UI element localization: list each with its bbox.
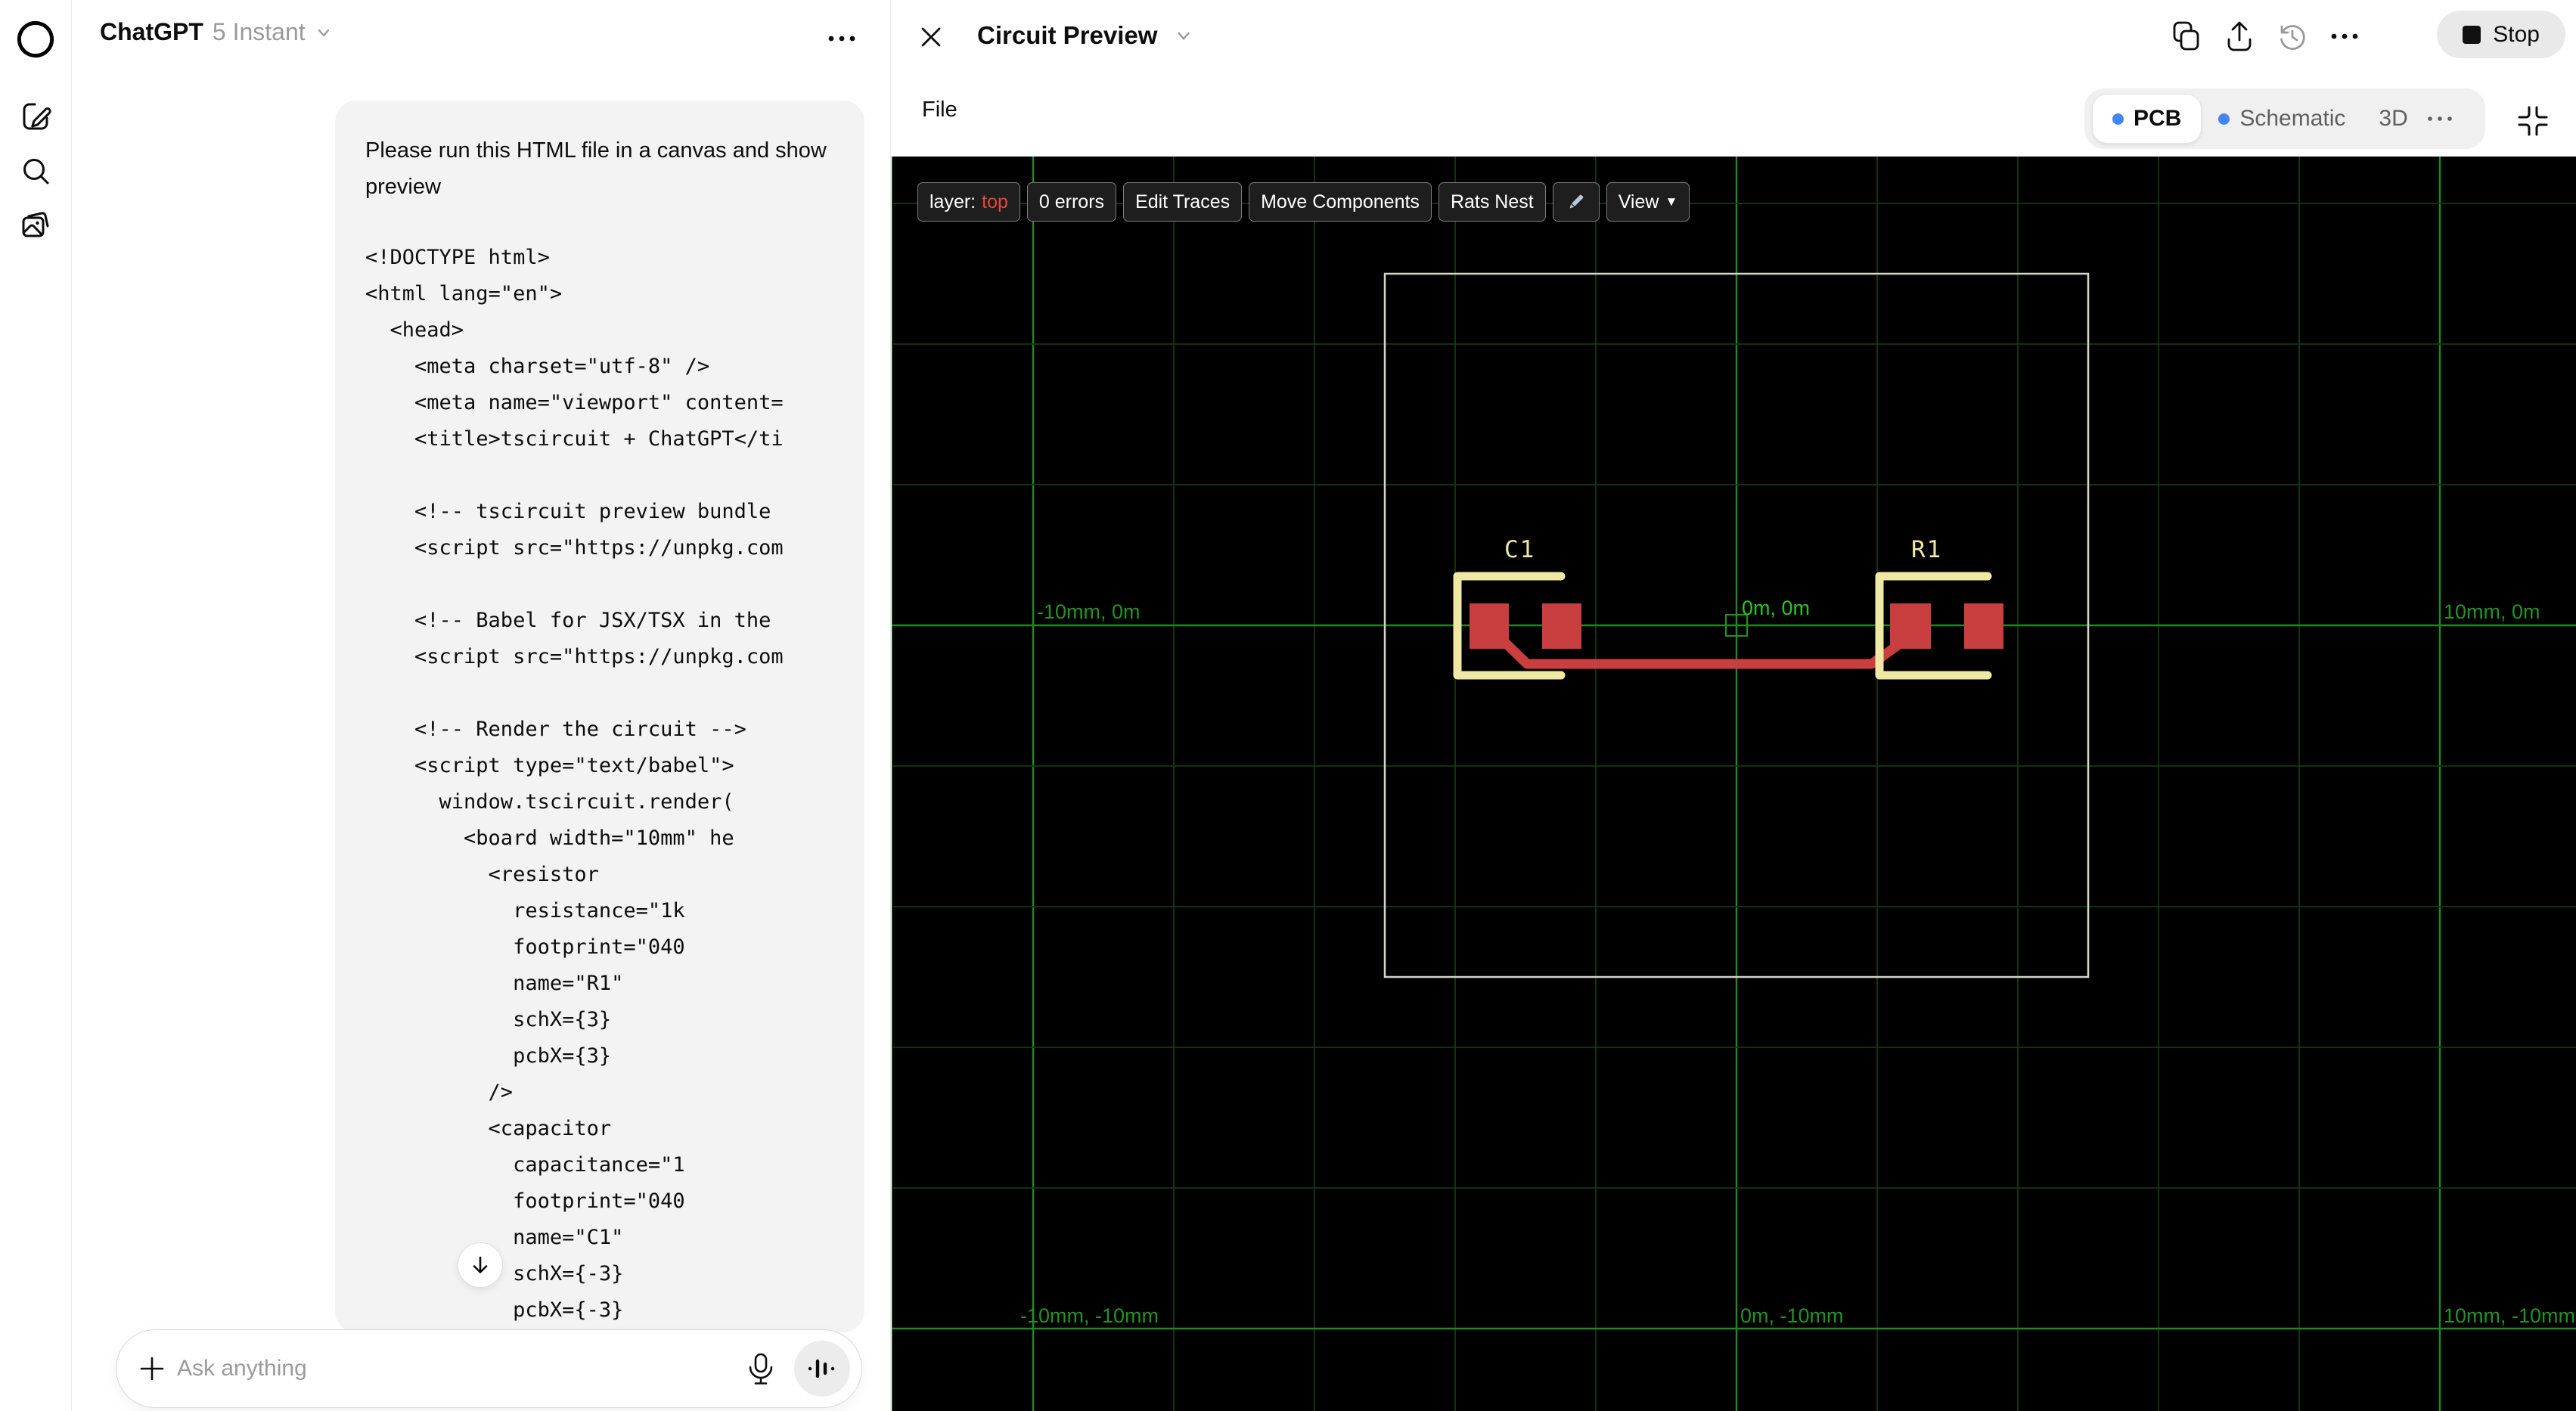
share-icon[interactable] [2224,19,2255,54]
scroll-to-bottom-button[interactable] [458,1242,503,1288]
close-icon[interactable] [919,25,943,49]
collapse-panel-icon[interactable] [2516,104,2550,138]
stop-button[interactable]: Stop [2437,11,2565,58]
conversation-menu-icon[interactable] [825,27,858,50]
errors-button[interactable]: 0 errors [1026,182,1117,222]
canvas-subheader: File PCB Schematic 3D [892,79,2576,157]
pcb-dot-icon [2112,113,2124,125]
history-icon[interactable] [2277,19,2308,54]
waveform-icon [808,1359,835,1378]
coord-label: 10mm, 0m [2444,600,2540,623]
canvas-panel: Circuit Preview Stop File PCB Schematic … [892,0,2576,1411]
new-chat-icon[interactable] [18,99,53,134]
search-icon[interactable] [18,154,53,188]
pencil-tool-button[interactable] [1552,182,1600,222]
library-icon[interactable] [18,208,53,243]
tab-pcb[interactable]: PCB [2092,94,2202,144]
coord-label: 0m, -10mm [1740,1304,1844,1327]
coord-label: -10mm, -10mm [1020,1304,1159,1327]
composer-input[interactable]: Ask anything [177,1356,747,1382]
pcb-drawing: C1 R1 -10mm, 0m 0m, 0m 10mm, 0m -10mm, -… [892,157,2576,1411]
chevron-down-icon [1178,32,1190,40]
r1-pad-2[interactable] [1964,603,2003,649]
file-menu[interactable]: File [922,98,957,122]
rats-nest-button[interactable]: Rats Nest [1438,182,1546,222]
tabs-overflow-icon[interactable] [2425,113,2455,125]
schematic-dot-icon [2218,113,2230,125]
model-name: 5 Instant [212,18,306,45]
move-components-button[interactable]: Move Components [1249,182,1432,222]
left-rail [0,0,72,1411]
copy-icon[interactable] [2171,19,2202,54]
canvas-title: Circuit Preview [977,21,1158,49]
tab-schematic[interactable]: Schematic [2202,106,2362,132]
caret-down-icon: ▼ [1665,194,1678,209]
layer-button[interactable]: layer: top [917,182,1020,222]
canvas-header: Circuit Preview Stop [892,0,2576,79]
more-options-icon[interactable] [2328,19,2361,54]
user-message-code: <!DOCTYPE html> <html lang="en"> <head> … [365,246,784,1322]
coord-label: -10mm, 0m [1037,600,1141,623]
view-dropdown-button[interactable]: View ▼ [1606,182,1690,222]
microphone-icon[interactable] [747,1352,774,1385]
attach-plus-icon[interactable] [139,1356,165,1382]
canvas-title-dropdown[interactable]: Circuit Preview [977,21,1193,50]
edit-traces-button[interactable]: Edit Traces [1123,182,1243,222]
pcb-toolbar: layer: top 0 errors Edit Traces Move Com… [917,182,1690,222]
stop-square-icon [2463,25,2481,44]
composer[interactable]: Ask anything [116,1329,862,1408]
c1-pad-2[interactable] [1542,603,1581,649]
pencil-icon [1569,194,1583,209]
c1-label: C1 [1504,536,1535,563]
voice-mode-button[interactable] [794,1341,850,1397]
tab-3d[interactable]: 3D [2362,106,2424,132]
arrow-down-icon [473,1256,488,1273]
app-root: ChatGPT 5 Instant Please run this HTML f… [0,0,2576,1411]
coord-label: 10mm, -10mm [2444,1304,2575,1327]
coord-label-origin: 0m, 0m [1742,597,1810,619]
layer-value: top [982,191,1008,212]
pcb-viewport[interactable]: C1 R1 -10mm, 0m 0m, 0m 10mm, 0m -10mm, -… [892,157,2576,1411]
r1-pad-1[interactable] [1890,603,1931,649]
chevron-down-icon [318,29,329,36]
app-title: ChatGPT [100,18,203,45]
c1-pad-1[interactable] [1470,603,1509,649]
model-picker[interactable]: ChatGPT 5 Instant [100,18,333,46]
openai-logo-icon[interactable] [16,20,55,59]
grid-lines [892,157,2576,1411]
chat-panel: ChatGPT 5 Instant Please run this HTML f… [72,0,891,1411]
user-message-text: Please run this HTML file in a canvas an… [365,138,827,199]
view-tabs: PCB Schematic 3D [2084,88,2485,149]
r1-label: R1 [1911,536,1942,563]
user-message-bubble: Please run this HTML file in a canvas an… [335,101,864,1332]
